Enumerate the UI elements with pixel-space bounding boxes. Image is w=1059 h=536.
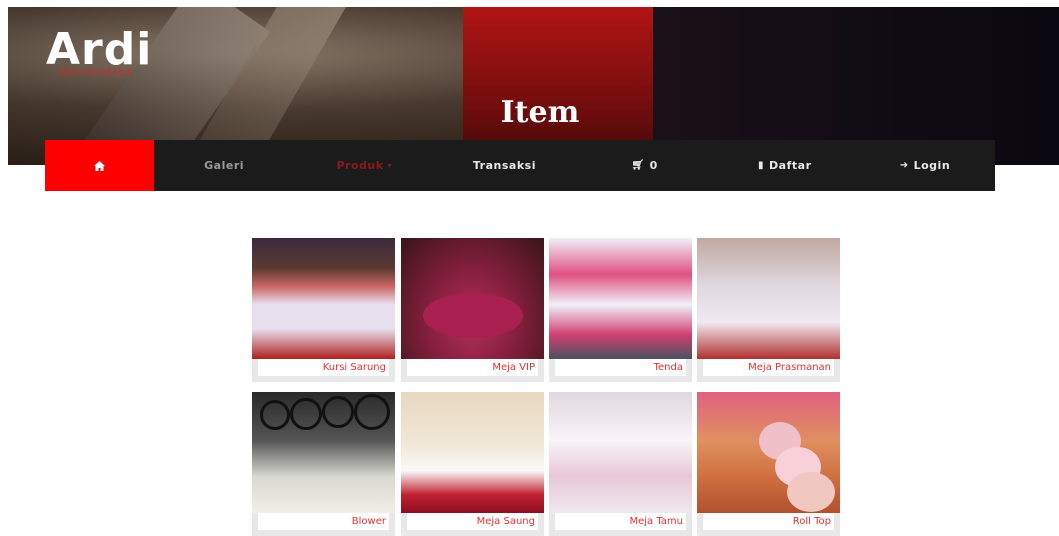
nav-produk-dropdown[interactable]: Produk ▾ (294, 140, 434, 191)
product-image[interactable] (549, 392, 692, 513)
product-card[interactable]: Tenda (549, 238, 692, 382)
cart-icon: 🛒︎ (631, 160, 645, 171)
sign-in-icon: ➜ (899, 160, 909, 171)
caret-down-icon: ▾ (387, 161, 393, 170)
product-image[interactable] (401, 238, 544, 359)
product-card[interactable]: Meja Tamu (549, 392, 692, 536)
product-image[interactable] (697, 238, 840, 359)
product-name[interactable]: Meja VIP (407, 359, 538, 376)
main-navbar: Galeri Produk ▾ Transaksi 🛒︎ 0 ▮ Daftar … (45, 140, 995, 191)
nav-login[interactable]: ➜ Login (855, 140, 995, 191)
nav-produk-label: Produk (336, 159, 384, 172)
site-logo[interactable]: Ardi Decoration (46, 26, 152, 79)
nav-transaksi-label: Transaksi (472, 159, 536, 172)
product-card[interactable]: Kursi Sarung (252, 238, 395, 382)
product-name[interactable]: Tenda (555, 359, 686, 376)
product-card[interactable]: Meja Saung (401, 392, 544, 536)
product-name[interactable]: Kursi Sarung (258, 359, 389, 376)
book-icon: ▮ (758, 160, 765, 171)
home-icon (94, 160, 105, 171)
product-image[interactable] (697, 392, 840, 513)
product-image[interactable] (252, 392, 395, 513)
page-title: Item (500, 95, 580, 130)
product-card[interactable]: Roll Top (697, 392, 840, 536)
product-image[interactable] (549, 238, 692, 359)
product-card[interactable]: Meja Prasmanan (697, 238, 840, 382)
nav-transaksi[interactable]: Transaksi (434, 140, 574, 191)
cart-count: 0 (649, 159, 658, 172)
nav-daftar[interactable]: ▮ Daftar (715, 140, 855, 191)
product-name[interactable]: Meja Tamu (555, 513, 686, 530)
product-image[interactable] (401, 392, 544, 513)
nav-daftar-label: Daftar (769, 159, 812, 172)
nav-galeri[interactable]: Galeri (154, 140, 294, 191)
nav-cart[interactable]: 🛒︎ 0 (575, 140, 715, 191)
product-card[interactable]: Meja VIP (401, 238, 544, 382)
nav-home[interactable] (45, 140, 154, 191)
product-card[interactable]: Blower (252, 392, 395, 536)
nav-login-label: Login (913, 159, 951, 172)
logo-subtext: Decoration (60, 67, 135, 78)
product-name[interactable]: Meja Saung (407, 513, 538, 530)
nav-galeri-label: Galeri (204, 159, 245, 172)
product-name[interactable]: Roll Top (703, 513, 834, 530)
product-image[interactable] (252, 238, 395, 359)
product-name[interactable]: Meja Prasmanan (703, 359, 834, 376)
product-name[interactable]: Blower (258, 513, 389, 530)
